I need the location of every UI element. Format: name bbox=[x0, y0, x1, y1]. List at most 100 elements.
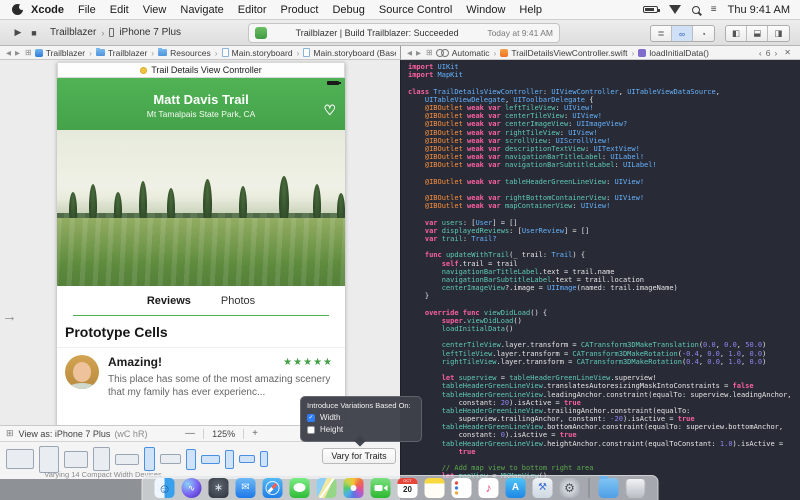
code-line[interactable]: superview.trailingAnchor, constant: -20)… bbox=[408, 415, 800, 423]
code-line[interactable]: super.viewDidLoad() bbox=[408, 317, 800, 325]
code-line[interactable]: class TrailDetailsViewController: UIView… bbox=[408, 88, 800, 96]
debug-panel-button[interactable]: ◧ bbox=[747, 26, 768, 41]
device-phone-l-lg[interactable] bbox=[160, 454, 181, 464]
dock-siri-icon[interactable]: ∿ bbox=[182, 478, 202, 498]
scheme-selector[interactable]: Trailblazer › iPhone 7 Plus bbox=[50, 27, 181, 38]
code-line[interactable]: override func viewDidLoad() { bbox=[408, 309, 800, 317]
code-line[interactable] bbox=[408, 300, 800, 308]
code-line[interactable]: @IBOutlet weak var tableHeaderGreenLineV… bbox=[408, 178, 800, 186]
checkbox-width[interactable]: ✓ bbox=[307, 414, 315, 422]
code-line[interactable]: @IBOutlet weak var mapContainerView: UIV… bbox=[408, 202, 800, 210]
menu-item-file[interactable]: File bbox=[78, 4, 96, 16]
dock-maps-icon[interactable] bbox=[317, 478, 337, 498]
menu-item-editor[interactable]: Editor bbox=[238, 4, 267, 16]
trail-photo[interactable] bbox=[57, 130, 345, 286]
dock-photos-icon[interactable] bbox=[344, 478, 364, 498]
close-assistant-icon[interactable]: ✕ bbox=[784, 48, 791, 57]
menu-item-window[interactable]: Window bbox=[466, 4, 505, 16]
code-line[interactable] bbox=[408, 169, 800, 177]
run-button[interactable]: ▶ bbox=[10, 27, 26, 38]
code-line[interactable] bbox=[408, 79, 800, 87]
code-line[interactable] bbox=[408, 243, 800, 251]
code-line[interactable]: navigationBarTitleLabel.text = trail.nam… bbox=[408, 268, 800, 276]
counterpart-next-icon[interactable]: › bbox=[774, 48, 777, 58]
dock-messages-icon[interactable] bbox=[290, 478, 310, 498]
code-line[interactable]: leftTileView.layer.transform = CATransfo… bbox=[408, 350, 800, 358]
code-line[interactable]: navigationBarSubtitleLabel.text = trail.… bbox=[408, 276, 800, 284]
dock-system-preferences-icon[interactable]: ⚙ bbox=[560, 478, 580, 498]
menu-item-edit[interactable]: Edit bbox=[110, 4, 129, 16]
dock-app-store-icon[interactable]: A bbox=[506, 478, 526, 498]
breadcrumb-item-trailblazer[interactable]: Trailblazer bbox=[96, 48, 147, 58]
view-as-label[interactable]: View as: iPhone 7 Plus bbox=[19, 429, 111, 439]
menu-item-view[interactable]: View bbox=[143, 4, 167, 16]
variation-option-width[interactable]: ✓Width bbox=[307, 413, 415, 422]
dock-reminders-icon[interactable] bbox=[452, 478, 472, 498]
dock-xcode-icon[interactable]: ⚒ bbox=[533, 478, 553, 498]
scene-header[interactable]: Trail Details View Controller bbox=[57, 62, 345, 78]
code-line[interactable]: @IBOutlet weak var navigationBarSubtitle… bbox=[408, 161, 800, 169]
device-phone-p-md[interactable] bbox=[225, 450, 234, 469]
device-phone-p-sm[interactable] bbox=[260, 451, 268, 467]
related-items-icon[interactable]: ⊞ bbox=[25, 48, 32, 57]
back-icon[interactable]: ◀ bbox=[6, 49, 11, 57]
code-line[interactable]: var users: [User] = [] bbox=[408, 219, 800, 227]
code-line[interactable]: loadInitialData() bbox=[408, 325, 800, 333]
menu-item-help[interactable]: Help bbox=[519, 4, 542, 16]
device-phone-l-xl[interactable] bbox=[115, 454, 139, 465]
dock-itunes-icon[interactable]: ♪ bbox=[479, 478, 499, 498]
code-line[interactable]: centerImageView?.image = UIImage(named: … bbox=[408, 284, 800, 292]
code-line[interactable]: tableHeaderGreenLineView.translatesAutor… bbox=[408, 382, 800, 390]
device-ipad-l[interactable] bbox=[6, 449, 34, 469]
notification-center-icon[interactable]: ≡ bbox=[711, 5, 717, 15]
source-editor[interactable]: import UIKitimport MapKit class TrailDeta… bbox=[400, 60, 800, 500]
spotlight-icon[interactable] bbox=[692, 6, 700, 14]
menu-item-navigate[interactable]: Navigate bbox=[180, 4, 223, 16]
code-line[interactable]: tableHeaderGreenLineView.heightAnchor.co… bbox=[408, 440, 800, 448]
code-line[interactable] bbox=[408, 366, 800, 374]
code-line[interactable] bbox=[408, 186, 800, 194]
code-line[interactable]: true bbox=[408, 448, 800, 456]
checkbox-height[interactable] bbox=[307, 426, 315, 434]
favorite-heart-icon[interactable]: ♡ bbox=[323, 102, 336, 119]
navigator-panel-button[interactable]: ◧ bbox=[726, 26, 747, 41]
code-line[interactable]: var displayedReviews: [UserReview] = [] bbox=[408, 227, 800, 235]
storyboard-entry-arrow[interactable]: → bbox=[2, 308, 17, 325]
scene-trail-details[interactable]: Trail Details View Controller Matt Davis… bbox=[57, 62, 345, 425]
device-ipad-p[interactable] bbox=[39, 446, 59, 473]
code-line[interactable]: @IBOutlet weak var rightTileView: UIView… bbox=[408, 129, 800, 137]
code-line[interactable]: // Add map view to bottom right area bbox=[408, 464, 800, 472]
battery-icon[interactable] bbox=[643, 6, 658, 13]
code-line[interactable]: import MapKit bbox=[408, 71, 800, 79]
tab-photos[interactable]: Photos bbox=[221, 295, 255, 307]
breadcrumb-item-trailblazer[interactable]: Trailblazer bbox=[35, 48, 85, 58]
dock-trash-icon[interactable] bbox=[626, 478, 646, 498]
stop-button[interactable]: ■ bbox=[26, 28, 42, 38]
code-line[interactable]: let superview = tableHeaderGreenLineView… bbox=[408, 374, 800, 382]
code-line[interactable]: centerTileView.layer.transform = CATrans… bbox=[408, 341, 800, 349]
dock-notes-icon[interactable] bbox=[425, 478, 445, 498]
counterpart-prev-icon[interactable]: ‹ bbox=[759, 48, 762, 58]
code-line[interactable]: func updateWithTrail(_ trail: Trail) { bbox=[408, 251, 800, 259]
wifi-icon[interactable] bbox=[669, 5, 681, 14]
forward-icon[interactable]: ▶ bbox=[15, 49, 20, 57]
code-line[interactable]: @IBOutlet weak var centerImageView: UIIm… bbox=[408, 120, 800, 128]
dock-safari-icon[interactable] bbox=[263, 478, 283, 498]
device-ipad-l-sm[interactable] bbox=[64, 451, 88, 468]
menu-item-source-control[interactable]: Source Control bbox=[379, 4, 452, 16]
menu-item-xcode[interactable]: Xcode bbox=[31, 4, 64, 16]
breadcrumb-item-loadinitialdata-[interactable]: loadInitialData() bbox=[638, 48, 709, 58]
zoom-in-button[interactable]: + bbox=[252, 428, 258, 439]
menu-bar-clock[interactable]: Thu 9:41 AM bbox=[728, 4, 790, 16]
code-line[interactable]: rightTileView.layer.transform = CATransf… bbox=[408, 358, 800, 366]
code-line[interactable]: import UIKit bbox=[408, 63, 800, 71]
device-grid-icon[interactable]: ⊞ bbox=[6, 428, 14, 439]
storyboard-canvas[interactable]: → Trail Details View Controller Matt Dav… bbox=[0, 60, 400, 425]
code-line[interactable]: @IBOutlet weak var centerTileView: UIVie… bbox=[408, 112, 800, 120]
trail-nav-bar[interactable]: Matt Davis Trail Mt Tamalpais State Park… bbox=[57, 78, 345, 130]
code-line[interactable]: } bbox=[408, 292, 800, 300]
code-line[interactable]: tableHeaderGreenLineView.leadingAnchor.c… bbox=[408, 391, 800, 399]
inspector-panel-button[interactable]: ◨ bbox=[768, 26, 789, 41]
code-line[interactable] bbox=[408, 456, 800, 464]
related-items-icon[interactable]: ⊞ bbox=[426, 48, 433, 57]
